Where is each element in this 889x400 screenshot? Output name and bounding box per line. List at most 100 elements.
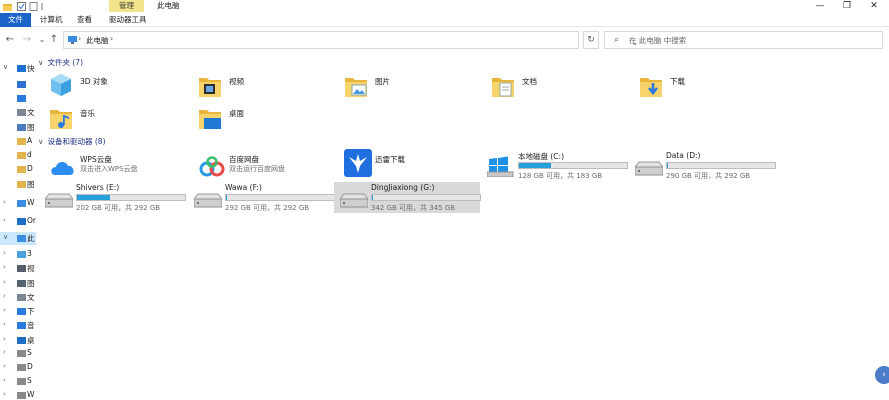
nav-pane-item[interactable]: › S: [0, 375, 36, 388]
expand-chevron-icon[interactable]: ›: [3, 348, 6, 356]
nav-pane-item[interactable]: › W: [0, 197, 36, 210]
nav-item-label: W: [27, 198, 35, 207]
expand-chevron-icon[interactable]: ›: [3, 376, 6, 384]
drive-item[interactable]: Data (D:) 290 GB 可用，共 292 GB: [629, 150, 776, 181]
search-input[interactable]: ⌕ 在 此电脑 中搜索: [604, 31, 883, 49]
folder-item[interactable]: 下载: [633, 70, 779, 102]
nav-pane-item[interactable]: [0, 92, 36, 105]
nav-item-label: 下: [27, 307, 35, 316]
nav-pane-item[interactable]: › 下: [0, 305, 36, 318]
expand-chevron-icon[interactable]: ›: [3, 390, 6, 398]
nav-pane-item[interactable]: › On: [0, 215, 36, 228]
nav-pane-item[interactable]: ∨ 此: [0, 232, 36, 245]
drive-item[interactable]: Wawa (F:) 292 GB 可用，共 292 GB: [188, 182, 335, 213]
maximize-button[interactable]: ❐: [833, 0, 861, 13]
hard-drive-icon: [633, 155, 665, 177]
nav-pane-item[interactable]: › 3: [0, 248, 36, 261]
nav-item-icon: [17, 363, 26, 372]
window-title: 此电脑: [157, 1, 180, 10]
xunlei-icon: [344, 149, 372, 177]
expand-chevron-icon[interactable]: ›: [3, 292, 6, 300]
up-button[interactable]: ↑: [48, 34, 60, 46]
nav-item-icon: [17, 391, 26, 400]
expand-chevron-icon[interactable]: ›: [3, 263, 6, 271]
app-item[interactable]: WPS云盘 双击进入WPS云盘: [43, 151, 189, 182]
folder-item[interactable]: 图片: [338, 70, 484, 102]
drive-item[interactable]: 本地磁盘 (C:) 128 GB 可用，共 183 GB: [481, 150, 628, 181]
nav-pane-item[interactable]: [0, 78, 36, 91]
windows-drive-icon: [486, 155, 515, 178]
navigation-pane[interactable]: ∨快文图AdD图›W›On∨此›3›视›图›文›下›音›桌›S›D›S›W›D: [0, 54, 36, 400]
nav-item-label: S: [27, 376, 32, 385]
floating-action-icon[interactable]: ‹: [875, 366, 889, 384]
forward-button[interactable]: →: [21, 34, 33, 46]
expand-chevron-icon[interactable]: ›: [3, 249, 6, 257]
folder-label: 3D 对象: [80, 77, 108, 86]
expand-chevron-icon[interactable]: ›: [3, 278, 6, 286]
devices-group-header[interactable]: ∨ 设备和驱动器 (8): [38, 136, 106, 148]
app-item[interactable]: 迅雷下载: [338, 149, 484, 182]
tab-view[interactable]: 查看: [77, 13, 92, 27]
nav-pane-item[interactable]: 文: [0, 106, 36, 119]
customize-toolbar-icon[interactable]: [41, 2, 47, 11]
nav-pane-item[interactable]: › 图: [0, 277, 36, 290]
folder-item[interactable]: 音乐: [43, 102, 189, 134]
close-button[interactable]: ✕: [860, 0, 888, 13]
nav-pane-item[interactable]: ∨ 快: [0, 62, 36, 75]
drive-capacity: 342 GB 可用，共 345 GB: [371, 204, 456, 212]
nav-pane-item[interactable]: › 音: [0, 319, 36, 332]
nav-item-icon: [17, 64, 26, 73]
back-button[interactable]: ←: [4, 34, 16, 46]
expand-chevron-icon[interactable]: ›: [3, 335, 6, 343]
folder-item[interactable]: 视频: [192, 70, 338, 102]
app-item[interactable]: 百度网盘 双击运行百度网盘: [192, 151, 338, 182]
expand-chevron-icon[interactable]: ›: [3, 198, 6, 206]
tab-file[interactable]: 文件: [0, 13, 31, 27]
folder-item[interactable]: 3D 对象: [43, 70, 189, 102]
expand-chevron-icon[interactable]: ∨: [3, 233, 8, 241]
nav-item-label: 音: [27, 321, 35, 330]
address-toolbar: ← → ⌄ ↑ › 此电脑 › ⌄ ↻ ⌕ 在 此电脑 中搜索: [0, 29, 889, 51]
expand-chevron-icon[interactable]: ›: [3, 320, 6, 328]
expand-chevron-icon[interactable]: ∨: [3, 63, 8, 71]
tab-computer[interactable]: 计算机: [40, 13, 63, 27]
nav-pane-item[interactable]: › S: [0, 347, 36, 360]
this-pc-icon: [68, 36, 77, 44]
nav-pane-item[interactable]: d: [0, 149, 36, 162]
nav-pane-item[interactable]: › 桌: [0, 334, 36, 347]
nav-pane-item[interactable]: 图: [0, 178, 36, 191]
minimize-button[interactable]: —: [806, 0, 834, 13]
address-bar[interactable]: › 此电脑 › ⌄: [63, 31, 638, 49]
nav-pane-item[interactable]: A: [0, 135, 36, 148]
folder-label: 图片: [375, 77, 390, 86]
hard-drive-icon: [338, 187, 370, 209]
expand-chevron-icon[interactable]: ›: [3, 362, 6, 370]
folders-group-header[interactable]: ∨ 文件夹 (7): [38, 57, 83, 69]
expand-chevron-icon[interactable]: ›: [3, 216, 6, 224]
drive-item[interactable]: DingJiaxiong (G:) 342 GB 可用，共 345 GB: [334, 182, 481, 213]
nav-pane-item[interactable]: › 文: [0, 291, 36, 304]
nav-pane-item[interactable]: 图: [0, 121, 36, 134]
new-folder-icon[interactable]: [29, 2, 38, 11]
recent-locations-button[interactable]: ⌄: [36, 34, 48, 46]
manage-context-tab[interactable]: 管理: [109, 0, 144, 12]
tab-drive-tools[interactable]: 驱动器工具: [109, 13, 147, 27]
expand-chevron-icon[interactable]: ›: [3, 306, 6, 314]
breadcrumb-this-pc[interactable]: 此电脑: [86, 35, 109, 46]
folder-item[interactable]: 文档: [485, 70, 631, 102]
properties-icon[interactable]: [17, 2, 26, 11]
wps-cloud-icon: [49, 156, 77, 178]
breadcrumb-separator[interactable]: ›: [110, 34, 113, 43]
nav-item-icon: [17, 217, 26, 226]
nav-item-icon: [17, 234, 26, 243]
nav-item-label: 图: [27, 279, 35, 288]
folder-item[interactable]: 桌面: [192, 102, 338, 134]
breadcrumb-separator[interactable]: ›: [78, 34, 81, 43]
nav-pane-item[interactable]: D: [0, 163, 36, 176]
refresh-button[interactable]: ↻: [583, 31, 599, 49]
nav-pane-item[interactable]: › D: [0, 361, 36, 374]
nav-pane-item[interactable]: › 视: [0, 262, 36, 275]
nav-pane-item[interactable]: › W: [0, 389, 36, 400]
pictures-folder-icon: [344, 72, 368, 98]
drive-item[interactable]: Shivers (E:) 202 GB 可用，共 292 GB: [39, 182, 186, 213]
